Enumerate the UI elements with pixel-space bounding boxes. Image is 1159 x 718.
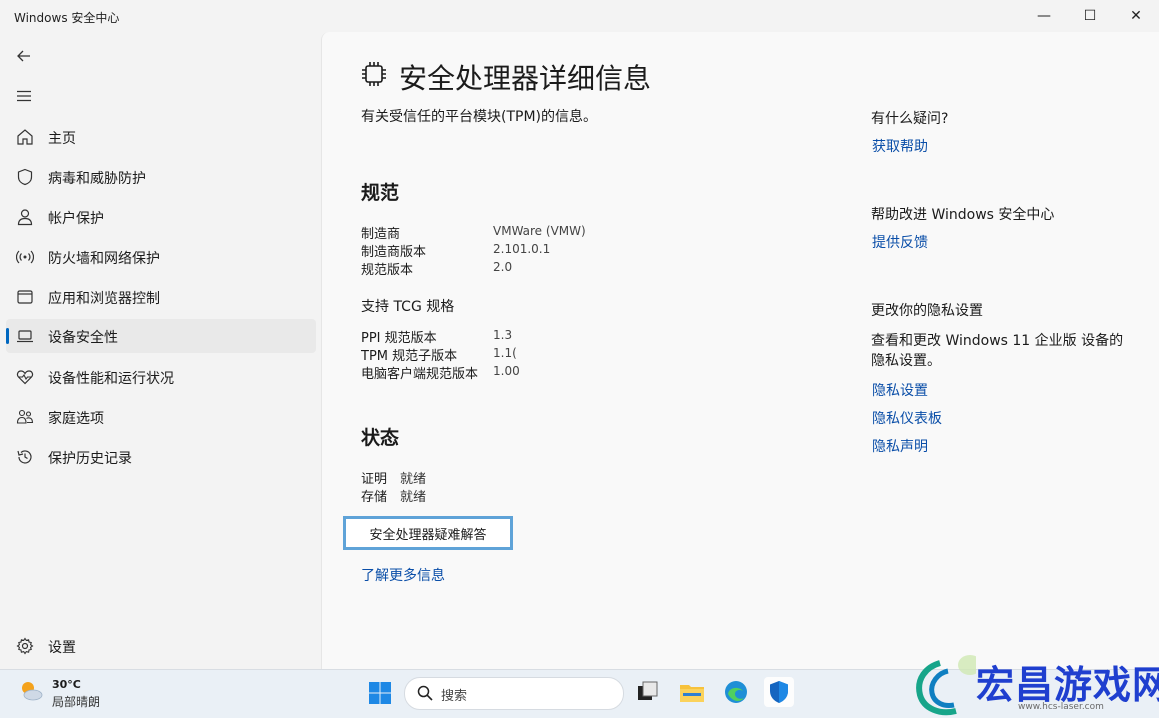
tcg-value: 1.3	[493, 328, 513, 342]
windows-security-shield-icon	[770, 681, 788, 703]
spec-key: 规范版本	[361, 263, 414, 278]
watermark-text: 宏昌游戏网	[976, 663, 1159, 707]
back-arrow-icon	[17, 50, 30, 62]
weather-temperature: 30°C	[52, 678, 81, 691]
status-heading: 状态	[361, 427, 400, 449]
edge-browser-icon[interactable]	[721, 677, 751, 707]
spec-key: 制造商版本	[361, 245, 427, 260]
task-view-icon[interactable]	[633, 677, 663, 707]
processor-troubleshooting-button[interactable]: 安全处理器疑难解答	[343, 516, 513, 550]
status-key: 证明	[361, 472, 388, 487]
tcg-value: 1.00	[493, 364, 520, 378]
spec-heading: 规范	[361, 182, 400, 204]
help-heading: 有什么疑问?	[871, 111, 949, 127]
close-icon: ✕	[1130, 8, 1142, 24]
minimize-button[interactable]: —	[1021, 0, 1067, 32]
heart-pulse-icon	[16, 370, 34, 385]
taskbar-windows-security-app[interactable]	[764, 677, 794, 707]
improve-heading: 帮助改进 Windows 安全中心	[871, 207, 1055, 223]
hamburger-icon	[17, 90, 31, 102]
tcg-key: TPM 规范子版本	[361, 349, 458, 364]
shield-icon	[17, 168, 33, 186]
tcg-key: 电脑客户端规范版本	[361, 367, 479, 382]
privacy-heading: 更改你的隐私设置	[871, 303, 983, 319]
file-explorer-icon[interactable]	[677, 677, 707, 707]
family-icon	[16, 409, 34, 424]
weather-condition: 局部晴朗	[52, 695, 101, 709]
taskbar-search-box[interactable]: 搜索	[404, 677, 624, 710]
spec-value: 2.101.0.1	[493, 242, 551, 256]
wifi-signal-icon	[16, 250, 34, 264]
sidebar-item-settings[interactable]: 设置	[6, 629, 316, 663]
watermark-logo-icon	[916, 655, 976, 716]
page-description: 有关受信任的平台模块(TPM)的信息。	[361, 109, 597, 125]
search-icon	[417, 685, 433, 701]
sidebar-item-device-performance[interactable]: 设备性能和运行状况	[6, 360, 316, 394]
sidebar-item-firewall[interactable]: 防火墙和网络保护	[6, 240, 316, 274]
spec-value: VMWare (VMW)	[493, 224, 586, 238]
selection-indicator	[6, 328, 9, 344]
page-title: 安全处理器详细信息	[399, 62, 652, 95]
sidebar-item-home[interactable]: 主页	[6, 120, 316, 154]
gear-icon	[16, 637, 34, 655]
tcg-value: 1.1(	[493, 346, 517, 360]
sidebar-item-virus-protection[interactable]: 病毒和威胁防护	[6, 160, 316, 194]
sidebar-item-label: 家庭选项	[48, 411, 104, 427]
laptop-icon	[17, 330, 33, 343]
watermark-url: www.hcs-laser.com	[1018, 702, 1104, 712]
app-window-icon	[17, 290, 33, 304]
search-placeholder: 搜索	[441, 689, 468, 704]
sidebar-item-protection-history[interactable]: 保护历史记录	[6, 440, 316, 474]
sidebar-item-label: 保护历史记录	[48, 451, 132, 467]
tcg-heading: 支持 TCG 规格	[361, 299, 455, 315]
privacy-text: 查看和更改 Windows 11 企业版 设备的隐私设置。	[871, 333, 1124, 369]
privacy-statement-link[interactable]: 隐私声明	[872, 436, 928, 456]
privacy-settings-link[interactable]: 隐私设置	[872, 380, 928, 400]
maximize-button[interactable]: ☐	[1067, 0, 1113, 32]
history-icon	[17, 450, 32, 464]
weather-partly-sunny-icon[interactable]	[18, 678, 44, 704]
hamburger-menu-button[interactable]	[12, 84, 36, 108]
minimize-icon: —	[1037, 8, 1051, 24]
windows-start-icon[interactable]	[368, 681, 392, 705]
back-button[interactable]	[12, 44, 36, 68]
sidebar-item-label: 设备性能和运行状况	[48, 371, 174, 387]
app-title: Windows 安全中心	[14, 11, 120, 25]
sidebar-item-app-browser-control[interactable]: 应用和浏览器控制	[6, 280, 316, 314]
spec-key: 制造商	[361, 227, 401, 242]
sidebar-item-label: 防火墙和网络保护	[48, 251, 160, 267]
button-label: 安全处理器疑难解答	[369, 527, 487, 543]
feedback-link[interactable]: 提供反馈	[872, 232, 928, 252]
sidebar-item-label: 主页	[48, 131, 76, 147]
spec-value: 2.0	[493, 260, 513, 274]
status-value: 就绪	[400, 472, 427, 487]
sidebar-item-device-security[interactable]: 设备安全性	[6, 319, 316, 353]
get-help-link[interactable]: 获取帮助	[872, 136, 928, 156]
close-button[interactable]: ✕	[1113, 0, 1159, 32]
status-key: 存储	[361, 490, 388, 505]
tcg-key: PPI 规范版本	[361, 331, 437, 346]
person-icon	[17, 209, 33, 226]
status-value: 就绪	[400, 490, 427, 505]
sidebar-item-account-protection[interactable]: 帐户保护	[6, 200, 316, 234]
sidebar-item-label: 设备安全性	[48, 330, 118, 346]
sidebar-item-label: 病毒和威胁防护	[48, 171, 146, 187]
title-bar: Windows 安全中心 — ☐ ✕	[0, 0, 1159, 32]
processor-chip-icon	[362, 62, 386, 86]
sidebar-item-label: 设置	[48, 640, 76, 656]
maximize-icon: ☐	[1083, 8, 1097, 24]
home-icon	[17, 129, 33, 145]
learn-more-link[interactable]: 了解更多信息	[361, 565, 445, 585]
privacy-dashboard-link[interactable]: 隐私仪表板	[872, 408, 942, 428]
sidebar-item-family-options[interactable]: 家庭选项	[6, 400, 316, 434]
sidebar-item-label: 应用和浏览器控制	[48, 291, 160, 307]
sidebar-item-label: 帐户保护	[48, 211, 104, 227]
